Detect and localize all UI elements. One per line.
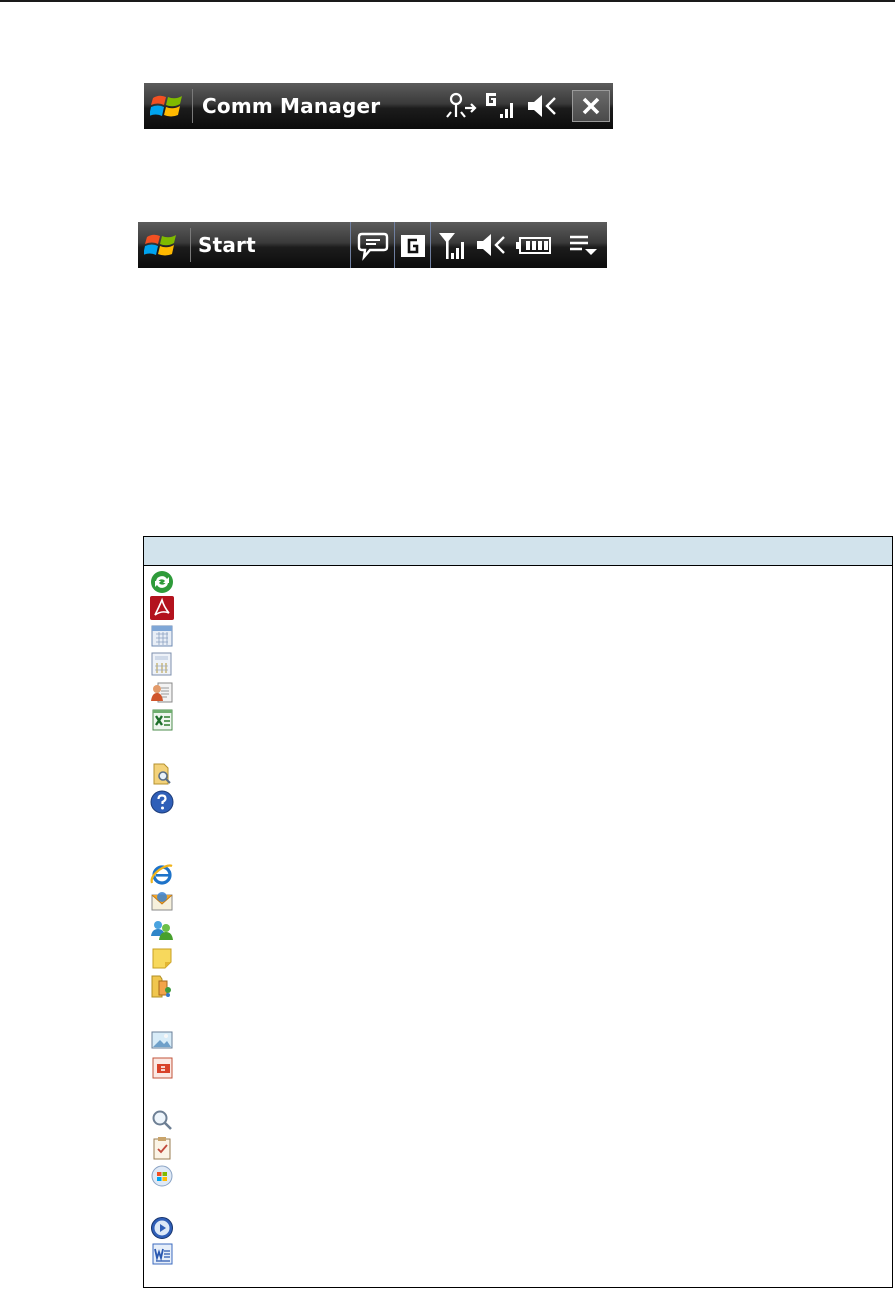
connection-icon[interactable] [445, 90, 479, 122]
help-icon [149, 789, 175, 815]
word-mobile-icon [149, 1241, 175, 1267]
powerpoint-mobile-icon [149, 1055, 175, 1081]
titlebar-start: Start [138, 222, 607, 268]
phone-folder-icon [149, 973, 175, 999]
window-title: Start [198, 233, 256, 257]
excel-mobile-icon [149, 707, 175, 733]
messenger-icon [149, 917, 175, 943]
tasks-icon [149, 1135, 175, 1161]
close-button[interactable] [572, 90, 610, 122]
separator [430, 222, 431, 268]
top-rule [0, 0, 895, 2]
notification-bubble-icon[interactable] [356, 229, 390, 261]
signal-icon[interactable] [436, 229, 470, 261]
list-menu-icon[interactable] [566, 229, 600, 261]
speaker-muted-icon[interactable] [474, 229, 510, 261]
separator [394, 222, 395, 268]
separator [192, 89, 193, 123]
gprs-signal-icon[interactable] [484, 90, 518, 122]
battery-icon[interactable] [515, 229, 553, 261]
windows-logo-icon[interactable] [150, 90, 184, 122]
close-icon [582, 97, 600, 115]
search-icon [149, 1107, 175, 1133]
messaging-icon [149, 889, 175, 915]
windows-logo-icon[interactable] [144, 229, 178, 261]
internet-explorer-icon [149, 861, 175, 887]
gprs-icon[interactable] [399, 229, 427, 261]
windows-live-icon [149, 1163, 175, 1189]
titlebar-comm-manager: Comm Manager [144, 83, 613, 129]
speaker-muted-icon[interactable] [525, 90, 561, 122]
table-header [144, 537, 892, 566]
contacts-icon [149, 679, 175, 705]
calendar-icon [149, 623, 175, 649]
pictures-icon [149, 1027, 175, 1053]
media-player-icon [149, 1215, 175, 1241]
separator [350, 222, 351, 268]
activesync-icon [149, 569, 175, 595]
notes-icon [149, 945, 175, 971]
icon-table [143, 536, 893, 1288]
file-explorer-icon [149, 761, 175, 787]
window-title: Comm Manager [202, 94, 381, 118]
separator [190, 228, 191, 262]
adobe-reader-icon [149, 595, 175, 621]
calculator-icon [149, 651, 175, 677]
